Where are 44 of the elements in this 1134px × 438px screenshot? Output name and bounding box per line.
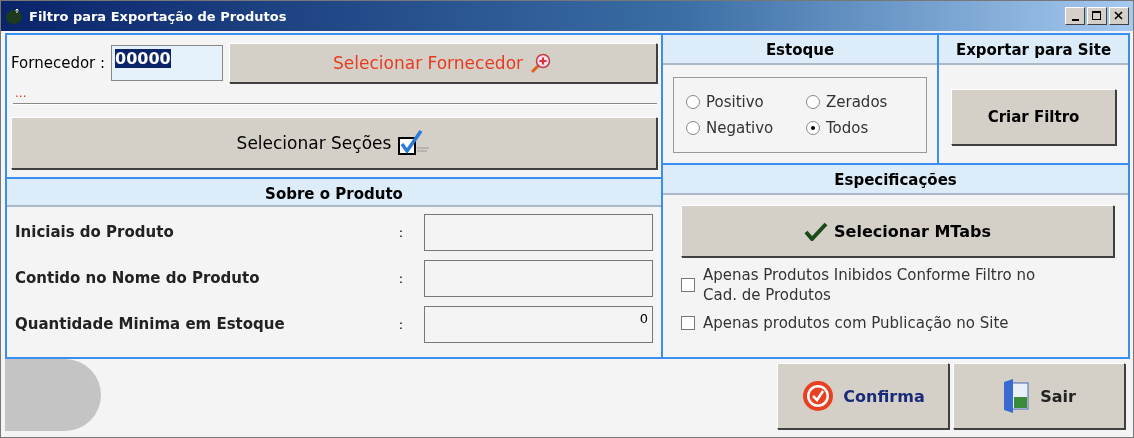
section-header: Especificações [663, 165, 1128, 195]
minimize-button[interactable] [1065, 7, 1085, 25]
input-field[interactable]: 0 [423, 305, 653, 343]
checkbox-label: Apenas produtos com Publicação no Site [703, 313, 1010, 333]
field-label: Contido no Nome do Produto [15, 269, 261, 287]
radio-button[interactable] [806, 121, 820, 135]
maximize-icon [1092, 11, 1102, 21]
checkbox-tick-icon [397, 128, 432, 158]
select-mtabs-button[interactable]: Selecionar MTabs [681, 205, 1114, 257]
app-icon [5, 7, 23, 25]
section-header: Estoque [663, 35, 937, 65]
input-field[interactable] [423, 213, 653, 251]
minimize-icon [1071, 18, 1079, 21]
radio-button[interactable] [686, 95, 700, 109]
close-icon [1114, 11, 1124, 21]
window-title: Filtro para Exportação de Produtos [29, 8, 287, 24]
checkbox[interactable] [681, 316, 695, 330]
colon-label: : [398, 316, 405, 332]
checkbox-label: Apenas Produtos Inibidos Conforme Filtro no Cad. de Produtos [703, 265, 1037, 305]
colon-label: : [398, 224, 405, 240]
input-field[interactable] [423, 259, 653, 297]
select-sections-button[interactable]: Selecionar Seções [11, 117, 657, 169]
radio-button[interactable] [686, 121, 700, 135]
section-header: Sobre o Produto [7, 177, 661, 207]
close-button[interactable] [1109, 7, 1129, 25]
supplier-label: Fornecedor : [11, 54, 106, 72]
colon-label: : [398, 270, 405, 286]
radio-button[interactable] [806, 95, 820, 109]
supplier-code-field[interactable]: 00000 [111, 45, 224, 81]
section-header: Exportar para Site [939, 35, 1128, 65]
field-label: Iniciais do Produto [15, 223, 175, 241]
field-label: Quantidade Minima em Estoque [15, 315, 286, 333]
radio-label: Zerados [826, 93, 888, 111]
radio-label: Positivo [706, 93, 764, 111]
check-circle-icon [801, 379, 836, 413]
maximize-button[interactable] [1087, 7, 1107, 25]
create-filter-button[interactable]: Criar Filtro [951, 89, 1116, 145]
supplier-name: ... [14, 85, 28, 101]
checkmark-icon [804, 221, 829, 241]
exit-button[interactable]: Sair [953, 363, 1125, 429]
radio-label: Negativo [706, 119, 774, 137]
radio-label: Todos [826, 119, 869, 137]
confirm-button[interactable]: Confirma [777, 363, 949, 429]
checkbox[interactable] [681, 278, 695, 292]
